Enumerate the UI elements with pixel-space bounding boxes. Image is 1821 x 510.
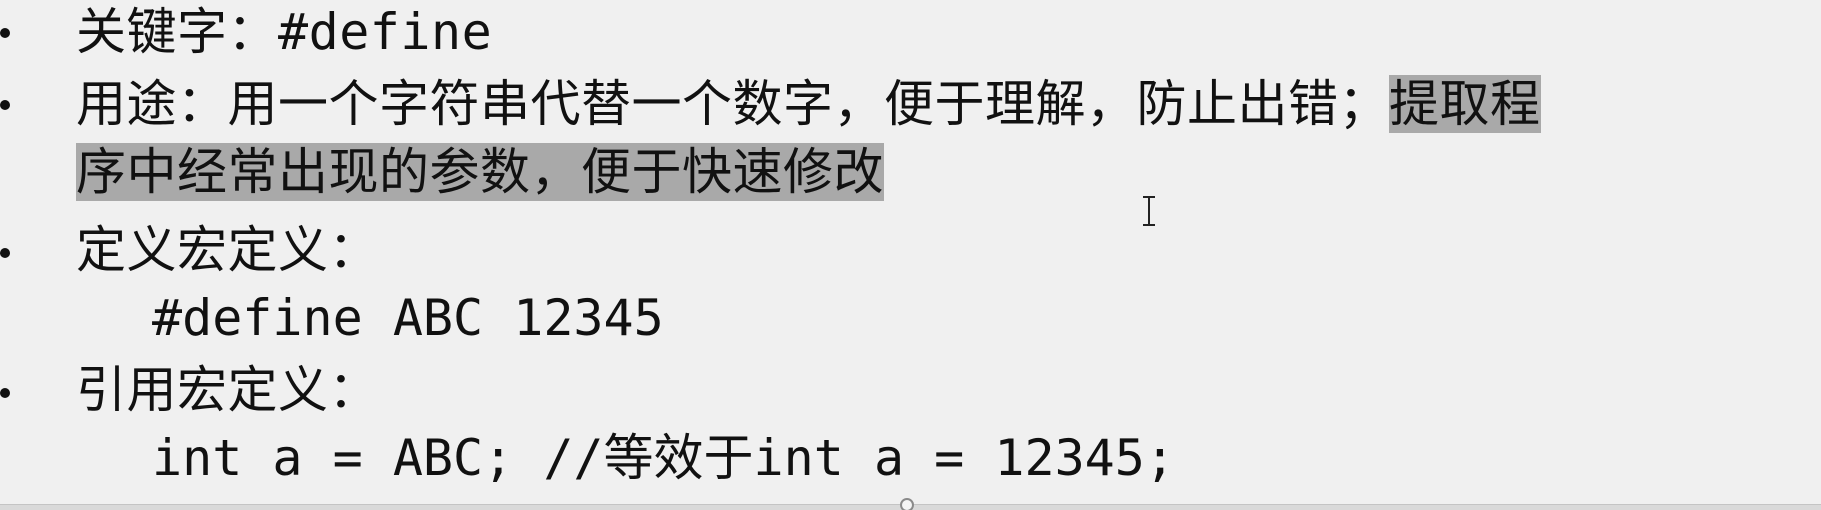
highlighted-text-part-1: 提取程 <box>1389 75 1541 133</box>
scroll-handle-icon[interactable] <box>900 498 914 510</box>
bullet-text: 关键字：#define <box>76 0 492 64</box>
keyword-code: #define <box>278 3 493 61</box>
purpose-line-1: 用途：用一个字符串代替一个数字，便于理解，防止出错；提取程 <box>76 72 1541 136</box>
use-macro-code: int a = ABC; //等效于int a = 12345; <box>152 426 1175 490</box>
purpose-text: 用途：用一个字符串代替一个数字，便于理解，防止出错； <box>76 75 1389 133</box>
use-macro-label: 引用宏定义： <box>76 361 379 419</box>
slide-content: 关键字：#define 用途：用一个字符串代替一个数字，便于理解，防止出错；提取… <box>0 0 1821 504</box>
bullet-dot <box>0 100 10 110</box>
text-cursor-icon <box>1142 196 1156 226</box>
bullet-dot <box>0 248 10 258</box>
define-macro-label: 定义宏定义： <box>76 221 379 279</box>
highlighted-text-part-2: 序中经常出现的参数，便于快速修改 <box>76 143 884 201</box>
bullet-dot <box>0 28 10 38</box>
define-macro-code: #define ABC 12345 <box>152 289 664 347</box>
use-macro-code-comment: 等效于 <box>603 429 754 487</box>
purpose-line-2: 序中经常出现的参数，便于快速修改 <box>76 140 884 204</box>
keyword-label: 关键字： <box>76 3 278 61</box>
use-macro-code-a: int a = ABC; // <box>152 429 604 487</box>
use-macro-code-b: int a = 12345; <box>753 429 1175 487</box>
bullet-dot <box>0 388 10 398</box>
